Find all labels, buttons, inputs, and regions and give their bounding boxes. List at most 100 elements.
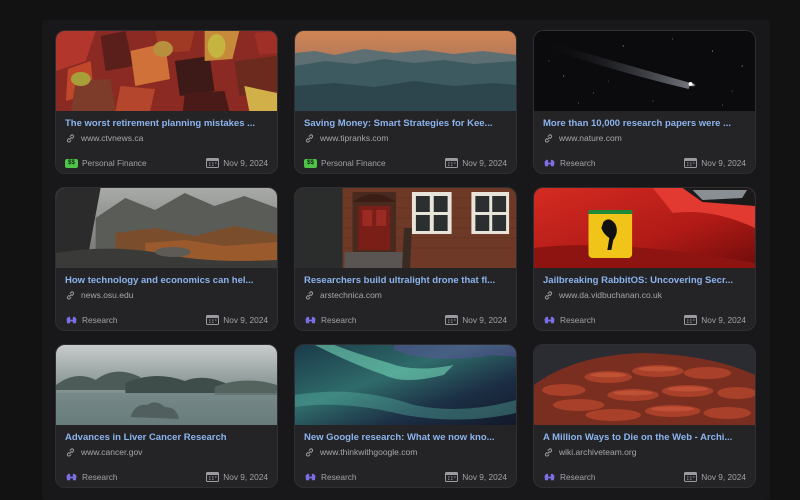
category-tag[interactable]: $$ Personal Finance — [304, 158, 386, 168]
card-url-text: arstechnica.com — [320, 290, 382, 300]
card-url[interactable]: arstechnica.com — [305, 289, 382, 301]
card-thumbnail — [56, 345, 277, 425]
card-thumbnail — [295, 345, 516, 425]
card-url[interactable]: www.da.vidbuchanan.co.uk — [544, 289, 662, 301]
bookmark-card[interactable]: Jailbreaking RabbitOS: Uncovering Secr..… — [533, 187, 756, 331]
money-icon: $$ — [304, 158, 317, 168]
category-tag[interactable]: Research — [543, 315, 596, 325]
card-url[interactable]: wiki.archiveteam.org — [544, 446, 636, 458]
link-icon — [544, 290, 553, 300]
card-meta: Research Nov 9, 2024 — [65, 471, 268, 483]
category-tag[interactable]: Research — [304, 472, 357, 482]
link-icon — [305, 133, 314, 143]
category-label: Research — [82, 315, 118, 325]
card-meta: $$ Personal Finance Nov 9, 2024 — [304, 157, 507, 169]
calendar-icon — [684, 158, 698, 168]
card-thumbnail — [534, 188, 755, 268]
card-title[interactable]: New Google research: What we now kno... — [304, 432, 509, 443]
card-url[interactable]: www.cancer.gov — [66, 446, 142, 458]
category-label: Research — [560, 472, 596, 482]
calendar-icon — [445, 315, 459, 325]
card-thumbnail — [56, 31, 277, 111]
link-icon — [66, 290, 75, 300]
date-info: Nov 9, 2024 — [684, 315, 746, 325]
date-text: Nov 9, 2024 — [462, 315, 507, 325]
card-url-text: www.nature.com — [559, 133, 622, 143]
category-tag[interactable]: $$ Personal Finance — [65, 158, 147, 168]
card-url[interactable]: www.thinkwithgoogle.com — [305, 446, 417, 458]
bookmark-grid: The worst retirement planning mistakes .… — [55, 30, 757, 488]
calendar-icon — [445, 472, 459, 482]
calendar-icon — [445, 158, 459, 168]
date-text: Nov 9, 2024 — [223, 315, 268, 325]
link-icon — [544, 447, 553, 457]
binoculars-icon — [66, 316, 77, 323]
category-label: Personal Finance — [321, 158, 386, 168]
card-url[interactable]: news.osu.edu — [66, 289, 133, 301]
date-info: Nov 9, 2024 — [684, 158, 746, 168]
category-tag[interactable]: Research — [65, 315, 118, 325]
card-title[interactable]: Saving Money: Smart Strategies for Kee..… — [304, 118, 509, 129]
card-title[interactable]: The worst retirement planning mistakes .… — [65, 118, 270, 129]
card-thumbnail — [56, 188, 277, 268]
bookmark-card[interactable]: New Google research: What we now kno... … — [294, 344, 517, 488]
link-icon — [305, 447, 314, 457]
card-meta: $$ Personal Finance Nov 9, 2024 — [65, 157, 268, 169]
card-thumbnail — [534, 31, 755, 111]
card-title[interactable]: How technology and economics can hel... — [65, 275, 270, 286]
link-icon — [305, 290, 314, 300]
category-tag[interactable]: Research — [543, 472, 596, 482]
card-url-text: www.da.vidbuchanan.co.uk — [559, 290, 663, 300]
bookmark-card[interactable]: Saving Money: Smart Strategies for Kee..… — [294, 30, 517, 174]
card-meta: Research Nov 9, 2024 — [304, 471, 507, 483]
date-text: Nov 9, 2024 — [462, 158, 507, 168]
bookmark-card[interactable]: A Million Ways to Die on the Web - Archi… — [533, 344, 756, 488]
category-label: Research — [82, 472, 118, 482]
category-tag[interactable]: Research — [304, 315, 357, 325]
date-info: Nov 9, 2024 — [206, 158, 268, 168]
calendar-icon — [206, 315, 220, 325]
link-icon — [66, 447, 75, 457]
binoculars-icon — [66, 473, 77, 480]
card-url-text: wiki.archiveteam.org — [559, 447, 637, 457]
category-label: Research — [560, 158, 596, 168]
card-meta: Research Nov 9, 2024 — [304, 314, 507, 326]
date-info: Nov 9, 2024 — [684, 472, 746, 482]
binoculars-icon — [544, 316, 555, 323]
card-url[interactable]: www.nature.com — [544, 132, 622, 144]
date-text: Nov 9, 2024 — [701, 315, 746, 325]
calendar-icon — [206, 158, 220, 168]
link-icon — [66, 133, 75, 143]
card-title[interactable]: More than 10,000 research papers were ..… — [543, 118, 748, 129]
date-text: Nov 9, 2024 — [223, 472, 268, 482]
card-meta: Research Nov 9, 2024 — [543, 157, 746, 169]
card-title[interactable]: Jailbreaking RabbitOS: Uncovering Secr..… — [543, 275, 748, 286]
money-icon: $$ — [65, 158, 78, 168]
category-label: Research — [560, 315, 596, 325]
card-title[interactable]: A Million Ways to Die on the Web - Archi… — [543, 432, 748, 443]
card-url[interactable]: www.tipranks.com — [305, 132, 389, 144]
calendar-icon — [206, 472, 220, 482]
binoculars-icon — [305, 316, 316, 323]
card-url[interactable]: www.ctvnews.ca — [66, 132, 143, 144]
category-tag[interactable]: Research — [543, 158, 596, 168]
calendar-icon — [684, 315, 698, 325]
calendar-icon — [684, 472, 698, 482]
card-title[interactable]: Researchers build ultralight drone that … — [304, 275, 509, 286]
card-thumbnail — [295, 188, 516, 268]
date-text: Nov 9, 2024 — [223, 158, 268, 168]
bookmark-card[interactable]: Advances in Liver Cancer Research www.ca… — [55, 344, 278, 488]
bookmark-card[interactable]: The worst retirement planning mistakes .… — [55, 30, 278, 174]
card-thumbnail — [295, 31, 516, 111]
date-info: Nov 9, 2024 — [206, 472, 268, 482]
card-title[interactable]: Advances in Liver Cancer Research — [65, 432, 270, 443]
bookmark-card[interactable]: Researchers build ultralight drone that … — [294, 187, 517, 331]
binoculars-icon — [544, 473, 555, 480]
date-info: Nov 9, 2024 — [445, 472, 507, 482]
date-text: Nov 9, 2024 — [701, 158, 746, 168]
card-meta: Research Nov 9, 2024 — [543, 314, 746, 326]
category-tag[interactable]: Research — [65, 472, 118, 482]
card-meta: Research Nov 9, 2024 — [65, 314, 268, 326]
bookmark-card[interactable]: How technology and economics can hel... … — [55, 187, 278, 331]
bookmark-card[interactable]: More than 10,000 research papers were ..… — [533, 30, 756, 174]
